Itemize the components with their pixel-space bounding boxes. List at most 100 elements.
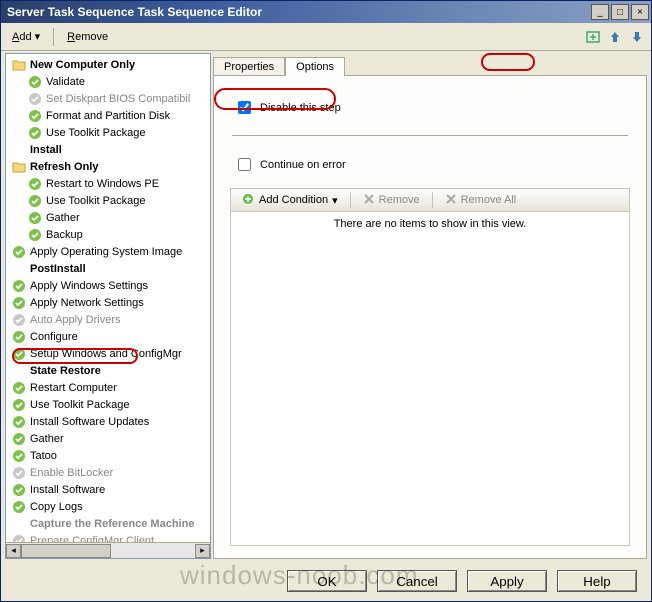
titlebar: Server Task Sequence Task Sequence Edito… [1,1,651,23]
tree-item-label: State Restore [30,365,210,377]
no-icon [12,143,26,157]
tab-properties[interactable]: Properties [213,57,285,76]
new-group-icon[interactable] [585,29,601,45]
tree-item-label: Install [30,144,210,156]
tree-item-label: Auto Apply Drivers [30,314,210,326]
move-down-icon[interactable] [629,29,645,45]
disable-step-row[interactable]: Disable this step [230,94,630,121]
scroll-right-button[interactable]: ▸ [195,544,210,558]
tree-step[interactable]: Backup [6,226,210,243]
tree-step[interactable]: Apply Network Settings [6,294,210,311]
move-up-icon[interactable] [607,29,623,45]
disabled-check-icon [12,534,26,543]
delete-icon [363,193,375,208]
minimize-button[interactable]: _ [591,4,609,20]
tree-item-label: Gather [30,433,210,445]
tree-item-label: Install Software Updates [30,416,210,428]
tree-item-label: Apply Windows Settings [30,280,210,292]
right-pane: Properties Options Disable this step Con… [213,53,647,559]
tab-options[interactable]: Options [285,57,345,76]
scroll-left-button[interactable]: ◂ [6,544,21,558]
tree-group[interactable]: New Computer Only [6,56,210,73]
tree-item-label: Enable BitLocker [30,467,210,479]
tab-strip: Properties Options [213,53,647,75]
disabled-check-icon [12,313,26,327]
apply-button[interactable]: Apply [467,570,547,592]
tree-item-label: Format and Partition Disk [46,110,210,122]
tree-step[interactable]: Install Software Updates [6,413,210,430]
tree-step[interactable]: Use Toolkit Package [6,396,210,413]
tree-step[interactable]: Format and Partition Disk [6,107,210,124]
check-icon [12,432,26,446]
add-condition-icon [241,192,255,209]
remove-condition-label: Remove [379,194,420,206]
dropdown-icon: ▾ [35,30,41,43]
tree-scroll: New Computer Only Validate Set Diskpart BI… [6,54,210,542]
tree-step[interactable]: Install Software [6,481,210,498]
tree-item-label: Restart Computer [30,382,210,394]
tree-group[interactable]: Capture the Reference Machine [6,515,210,532]
tree-item-label: Validate [46,76,210,88]
tree-item-label: Use Toolkit Package [46,127,210,139]
help-button[interactable]: Help [557,570,637,592]
condition-list[interactable]: There are no items to show in this view. [230,212,630,546]
tree-step[interactable]: Gather [6,430,210,447]
tree-item-label: Capture the Reference Machine [30,518,210,530]
tree-step[interactable]: Prepare ConfigMgr Client [6,532,210,542]
tree-step[interactable]: Restart to Windows PE [6,175,210,192]
tree-step[interactable]: Tatoo [6,447,210,464]
scroll-thumb[interactable] [21,544,111,558]
no-icon [12,262,26,276]
disable-step-label: Disable this step [260,102,341,114]
tree-item-label: Configure [30,331,210,343]
tree-item-label: Refresh Only [30,161,210,173]
tree-step[interactable]: Set Diskpart BIOS Compatibil [6,90,210,107]
disable-step-checkbox[interactable] [238,101,251,114]
remove-label: Remove [67,31,108,43]
tree-item-label: Tatoo [30,450,210,462]
close-button[interactable]: × [631,4,649,20]
task-tree[interactable]: New Computer Only Validate Set Diskpart BI… [5,53,211,559]
cancel-button[interactable]: Cancel [377,570,457,592]
tree-step[interactable]: Gather [6,209,210,226]
check-icon [12,347,26,361]
check-icon [12,330,26,344]
tree-step[interactable]: Apply Operating System Image [6,243,210,260]
disabled-check-icon [28,92,42,106]
tree-step[interactable]: Configure [6,328,210,345]
disabled-check-icon [12,466,26,480]
continue-on-error-row[interactable]: Continue on error [234,155,630,174]
tree-group[interactable]: PostInstall [6,260,210,277]
scroll-track[interactable] [21,544,195,558]
add-condition-button[interactable]: Add Condition ▾ [237,190,342,211]
tree-item-label: Copy Logs [30,501,210,513]
tree-item-label: Set Diskpart BIOS Compatibil [46,93,210,105]
tree-step[interactable]: Validate [6,73,210,90]
tree-group[interactable]: Install [6,141,210,158]
check-icon [12,415,26,429]
check-icon [28,211,42,225]
add-condition-label: Add Condition [259,194,328,206]
divider [232,135,628,137]
maximize-button[interactable]: □ [611,4,629,20]
ok-button[interactable]: OK [287,570,367,592]
tree-step[interactable]: Restart Computer [6,379,210,396]
continue-on-error-checkbox[interactable] [238,158,251,171]
tree-group[interactable]: State Restore [6,362,210,379]
tree-step[interactable]: Use Toolkit Package [6,124,210,141]
remove-condition-button: Remove [359,191,424,210]
tree-item-label: Gather [46,212,210,224]
add-button[interactable]: Add ▾ [7,27,45,46]
tree-step[interactable]: Setup Windows and ConfigMgr [6,345,210,362]
add-label: Add [12,31,32,43]
tree-step[interactable]: Use Toolkit Package [6,192,210,209]
tree-step[interactable]: Copy Logs [6,498,210,515]
tree-step[interactable]: Enable BitLocker [6,464,210,481]
horizontal-scrollbar[interactable]: ◂ ▸ [6,542,210,558]
tree-step[interactable]: Auto Apply Drivers [6,311,210,328]
remove-button[interactable]: Remove [62,28,113,46]
tree-step[interactable]: Apply Windows Settings [6,277,210,294]
button-bar: OK Cancel Apply Help [1,561,651,601]
dropdown-icon: ▾ [332,194,338,207]
tree-group[interactable]: Refresh Only [6,158,210,175]
